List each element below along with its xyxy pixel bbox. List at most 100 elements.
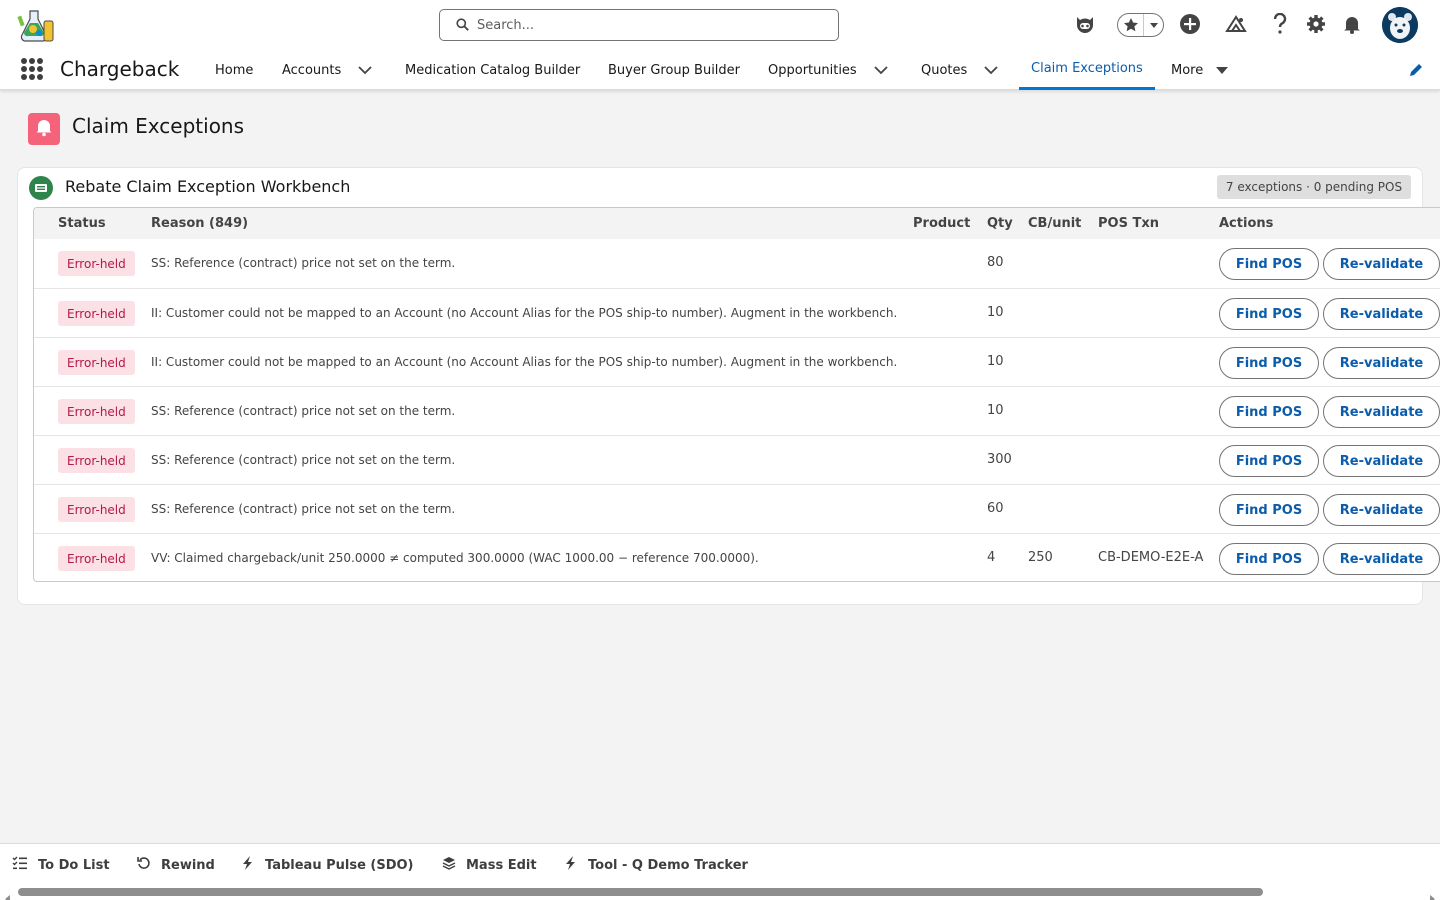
status-badge: Error-held [58, 448, 135, 473]
notifications-bell-icon[interactable] [1339, 11, 1365, 37]
utility-item-mass-edit[interactable]: Mass Edit [442, 856, 537, 874]
global-create-icon[interactable] [1177, 11, 1203, 37]
nav-item-home[interactable]: Home [215, 50, 253, 90]
reason-cell: SS: Reference (contract) price not set o… [151, 502, 456, 516]
reason-cell: II: Customer could not be mapped to an A… [151, 355, 898, 369]
table-row: Error-held II: Customer could not be mapp… [34, 337, 1440, 386]
status-badge: Error-held [58, 301, 135, 326]
workbench-card-icon [29, 176, 53, 200]
nav-item-medication-catalog-builder[interactable]: Medication Catalog Builder [405, 50, 580, 90]
qty-cell: 300 [987, 452, 1012, 467]
nav-item-opportunities[interactable]: Opportunities [768, 50, 857, 90]
utility-item-rewind[interactable]: Rewind [137, 856, 215, 874]
col-header-pos-txn[interactable]: POS Txn [1098, 216, 1159, 231]
card-title: Rebate Claim Exception Workbench [65, 177, 351, 196]
col-header-qty[interactable]: Qty [987, 216, 1013, 231]
find-pos-button[interactable]: Find POS [1219, 248, 1319, 280]
app-logo[interactable] [16, 7, 56, 45]
table-row: Error-held SS: Reference (contract) price… [34, 386, 1440, 435]
bell-icon [34, 117, 54, 141]
search-icon [456, 16, 469, 35]
more-dropdown-icon[interactable] [1214, 62, 1230, 78]
utility-label: Rewind [161, 857, 215, 873]
table-row: Error-held VV: Claimed chargeback/unit 25… [34, 533, 1440, 581]
scrollbar-thumb[interactable] [18, 888, 1263, 896]
horizontal-scrollbar[interactable] [0, 884, 1440, 900]
col-header-reason[interactable]: Reason (849) [151, 216, 248, 231]
utility-label: To Do List [38, 857, 110, 873]
nav-item-more[interactable]: More [1171, 50, 1203, 90]
find-pos-button[interactable]: Find POS [1219, 347, 1319, 379]
utility-label: Tableau Pulse (SDO) [265, 857, 414, 873]
status-badge: Error-held [58, 350, 135, 375]
favorites-star-icon[interactable] [1118, 14, 1144, 36]
setup-gear-icon[interactable] [1303, 11, 1329, 37]
table-row: Error-held SS: Reference (contract) price… [34, 435, 1440, 484]
col-header-cb-unit[interactable]: CB/unit [1028, 216, 1081, 231]
help-icon[interactable] [1267, 11, 1293, 37]
table-row: Error-held SS: Reference (contract) price… [34, 239, 1440, 288]
qty-cell: 60 [987, 501, 1004, 516]
app-launcher-icon[interactable] [21, 58, 43, 80]
status-badge: Error-held [58, 399, 135, 424]
find-pos-button[interactable]: Find POS [1219, 298, 1319, 330]
checklist-icon [12, 856, 38, 874]
favorites-dropdown-icon[interactable] [1144, 14, 1163, 36]
nav-item-quotes[interactable]: Quotes [921, 50, 967, 90]
exceptions-count-badge: 7 exceptions · 0 pending POS [1217, 175, 1411, 199]
status-badge: Error-held [58, 497, 135, 522]
re-validate-button[interactable]: Re-validate [1323, 445, 1440, 477]
exceptions-table: Status Reason (849) Product Qty CB/unit … [33, 207, 1440, 582]
reason-cell: SS: Reference (contract) price not set o… [151, 404, 456, 418]
nav-item-accounts[interactable]: Accounts [282, 50, 341, 90]
utility-label: Mass Edit [466, 857, 537, 873]
app-nav-bar: Chargeback Home Accounts Medication Cata… [0, 50, 1440, 90]
accounts-chevron-down-icon[interactable] [357, 62, 373, 78]
col-header-product[interactable]: Product [913, 216, 970, 231]
table-header: Status Reason (849) Product Qty CB/unit … [34, 208, 1440, 239]
qty-cell: 80 [987, 255, 1004, 270]
rewind-icon [137, 856, 161, 874]
cb-unit-cell: 250 [1028, 550, 1053, 565]
find-pos-button[interactable]: Find POS [1219, 494, 1319, 526]
re-validate-button[interactable]: Re-validate [1323, 347, 1440, 379]
agentforce-icon[interactable] [1072, 11, 1098, 37]
global-search[interactable] [439, 9, 839, 41]
find-pos-button[interactable]: Find POS [1219, 396, 1319, 428]
re-validate-button[interactable]: Re-validate [1323, 298, 1440, 330]
re-validate-button[interactable]: Re-validate [1323, 494, 1440, 526]
status-badge: Error-held [58, 251, 135, 276]
col-header-status[interactable]: Status [58, 216, 106, 231]
utility-item-to-do-list[interactable]: To Do List [12, 856, 110, 874]
find-pos-button[interactable]: Find POS [1219, 543, 1319, 575]
search-input[interactable] [477, 17, 817, 33]
lightning-icon [564, 856, 588, 874]
reason-cell: SS: Reference (contract) price not set o… [151, 256, 456, 270]
qty-cell: 4 [987, 550, 996, 565]
qty-cell: 10 [987, 354, 1004, 369]
pos-txn-cell: CB-DEMO-E2E-A [1098, 550, 1204, 565]
scroll-left-arrow-icon[interactable] [4, 888, 12, 900]
table-row: Error-held II: Customer could not be mapp… [34, 288, 1440, 337]
user-avatar[interactable] [1382, 7, 1418, 43]
nav-item-buyer-group-builder[interactable]: Buyer Group Builder [608, 50, 740, 90]
quotes-chevron-down-icon[interactable] [983, 62, 999, 78]
find-pos-button[interactable]: Find POS [1219, 445, 1319, 477]
edit-nav-pencil-icon[interactable] [1408, 62, 1424, 78]
scroll-right-arrow-icon[interactable] [1428, 888, 1436, 900]
utility-label: Tool - Q Demo Tracker [588, 857, 748, 873]
opportunities-chevron-down-icon[interactable] [873, 62, 889, 78]
trailhead-icon[interactable] [1223, 11, 1249, 37]
re-validate-button[interactable]: Re-validate [1323, 543, 1440, 575]
utility-item-tableau-pulse[interactable]: Tableau Pulse (SDO) [241, 856, 414, 874]
re-validate-button[interactable]: Re-validate [1323, 248, 1440, 280]
stack-icon [442, 856, 466, 874]
qty-cell: 10 [987, 403, 1004, 418]
re-validate-button[interactable]: Re-validate [1323, 396, 1440, 428]
favorites-group [1117, 13, 1164, 37]
reason-cell: VV: Claimed chargeback/unit 250.0000 ≠ c… [151, 551, 759, 565]
table-row: Error-held SS: Reference (contract) price… [34, 484, 1440, 533]
nav-item-claim-exceptions[interactable]: Claim Exceptions [1019, 50, 1155, 90]
reason-cell: II: Customer could not be mapped to an A… [151, 306, 898, 320]
utility-item-q-demo-tracker[interactable]: Tool - Q Demo Tracker [564, 856, 748, 874]
